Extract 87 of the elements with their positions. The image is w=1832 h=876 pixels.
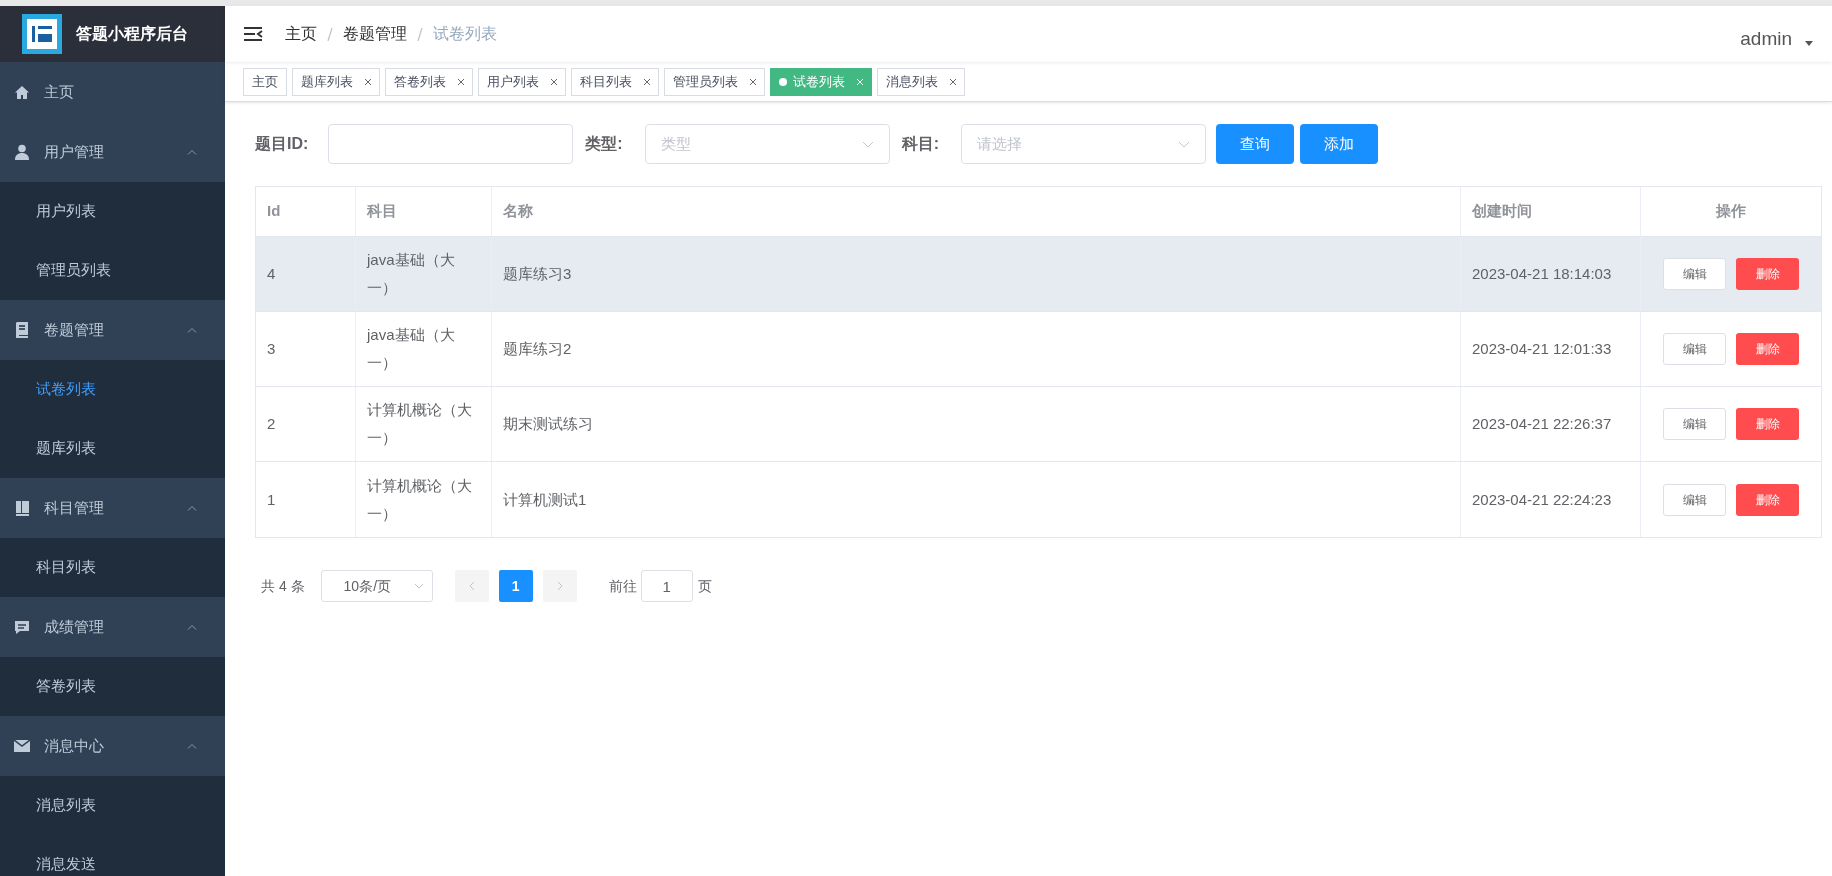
submenu-item[interactable]: 消息列表 bbox=[0, 776, 225, 835]
table-cell-text: 3 bbox=[267, 339, 276, 359]
breadcrumb-item: 试卷列表 bbox=[433, 24, 497, 44]
goto-suffix: 页 bbox=[697, 576, 712, 596]
tab[interactable]: 消息列表 bbox=[877, 67, 965, 96]
goto-label: 前往 bbox=[608, 576, 637, 596]
total-count: 共 4 条 bbox=[261, 576, 305, 596]
close-icon[interactable] bbox=[950, 78, 956, 85]
user-icon bbox=[15, 144, 29, 160]
chevron-icon bbox=[187, 505, 197, 511]
submenu-item[interactable]: 用户列表 bbox=[0, 182, 225, 241]
edit-button[interactable]: 编辑 bbox=[1663, 483, 1726, 516]
book-icon bbox=[14, 500, 30, 516]
table-cell-text: 题库练习3 bbox=[503, 264, 572, 284]
column-header: 创建时间 bbox=[1461, 187, 1641, 236]
chevron-right-icon bbox=[556, 581, 563, 591]
submenu-item[interactable]: 管理员列表 bbox=[0, 241, 225, 300]
breadcrumb-item[interactable]: 主页 bbox=[285, 22, 317, 46]
menu-group[interactable]: 用户管理 bbox=[0, 122, 225, 182]
submenu-item[interactable]: 答卷列表 bbox=[0, 657, 225, 716]
edit-button[interactable]: 编辑 bbox=[1663, 408, 1726, 440]
close-icon[interactable] bbox=[365, 78, 371, 85]
close-icon[interactable] bbox=[644, 78, 650, 85]
table-cell-text: 计算机测试1 bbox=[503, 489, 587, 510]
app-title: 答题小程序后台 bbox=[76, 24, 188, 44]
close-icon[interactable] bbox=[458, 78, 464, 85]
table-cell-text: java基础（大一） bbox=[367, 250, 456, 298]
menu-icon[interactable] bbox=[243, 26, 263, 42]
chevron-icon bbox=[1178, 140, 1190, 148]
tab[interactable]: 题库列表 bbox=[292, 67, 380, 96]
table-cell-text: 1 bbox=[267, 489, 276, 510]
table-cell-text: 计算机概论（大一） bbox=[367, 400, 473, 448]
table-cell-text: 期末测试练习 bbox=[503, 414, 593, 434]
column-header: 科目 bbox=[356, 187, 492, 236]
page-size-select[interactable]: 10条/页 bbox=[320, 570, 433, 602]
table-cell-text: 2023-04-21 18:14:03 bbox=[1472, 264, 1612, 284]
chevron-icon bbox=[413, 583, 424, 589]
table-cell-text: 4 bbox=[267, 264, 276, 284]
page-input[interactable]: 1 bbox=[640, 570, 693, 602]
tab[interactable]: 管理员列表 bbox=[664, 67, 765, 96]
document-icon bbox=[15, 322, 29, 338]
mail-icon bbox=[14, 740, 30, 752]
table-cell-text: java基础（大一） bbox=[367, 325, 456, 373]
table-cell-text: 题库练习2 bbox=[503, 339, 572, 359]
field-label: 题目ID: bbox=[255, 134, 309, 154]
menu-group[interactable]: 卷题管理 bbox=[0, 300, 225, 360]
chevron-icon bbox=[187, 327, 197, 333]
table-cell-text: 2023-04-21 22:26:37 bbox=[1472, 414, 1612, 434]
menu-group[interactable]: 消息中心 bbox=[0, 716, 225, 776]
menu-group[interactable]: 科目管理 bbox=[0, 478, 225, 538]
chevron-icon bbox=[861, 140, 874, 148]
submenu-item[interactable]: 试卷列表 bbox=[0, 360, 225, 419]
separator-icon bbox=[327, 27, 333, 41]
chevron-icon bbox=[187, 149, 197, 155]
table-cell-text: 2 bbox=[267, 414, 276, 434]
tab[interactable]: 主页 bbox=[243, 67, 287, 96]
field-label: 科目: bbox=[901, 134, 939, 154]
caret-icon[interactable] bbox=[1804, 41, 1814, 47]
table-cell-text: 2023-04-21 22:24:23 bbox=[1472, 489, 1612, 510]
edit-button[interactable]: 编辑 bbox=[1663, 333, 1726, 365]
separator-icon bbox=[417, 27, 423, 41]
close-icon[interactable] bbox=[551, 78, 557, 85]
chevron-icon bbox=[187, 743, 197, 749]
input-field[interactable] bbox=[328, 124, 574, 164]
table-cell-text: 计算机概论（大一） bbox=[367, 475, 473, 524]
menu-item[interactable]: 主页 bbox=[0, 62, 225, 122]
column-header: 操作 bbox=[1715, 201, 1747, 222]
tab[interactable]: 用户列表 bbox=[478, 67, 566, 96]
user-name[interactable]: admin bbox=[1740, 24, 1792, 54]
column-header: Id bbox=[256, 187, 356, 236]
column-header: 名称 bbox=[492, 187, 1461, 236]
close-icon[interactable] bbox=[750, 78, 756, 85]
edit-button[interactable]: 编辑 bbox=[1663, 258, 1726, 290]
breadcrumb-item[interactable]: 卷题管理 bbox=[343, 22, 407, 46]
chevron-left-icon bbox=[468, 581, 475, 591]
table-cell-text: 2023-04-21 12:01:33 bbox=[1472, 339, 1612, 359]
logo-icon bbox=[22, 14, 62, 54]
submenu-item[interactable]: 消息发送 bbox=[0, 835, 225, 876]
menu-group[interactable]: 成绩管理 bbox=[0, 597, 225, 657]
field-label: 类型: bbox=[585, 134, 623, 154]
submenu-item[interactable]: 科目列表 bbox=[0, 538, 225, 597]
chevron-icon bbox=[187, 624, 197, 630]
tab[interactable]: 答卷列表 bbox=[385, 67, 473, 96]
submenu-item[interactable]: 题库列表 bbox=[0, 419, 225, 478]
home-icon bbox=[14, 84, 30, 100]
chat-icon bbox=[14, 619, 30, 635]
tab[interactable]: 科目列表 bbox=[571, 67, 659, 96]
